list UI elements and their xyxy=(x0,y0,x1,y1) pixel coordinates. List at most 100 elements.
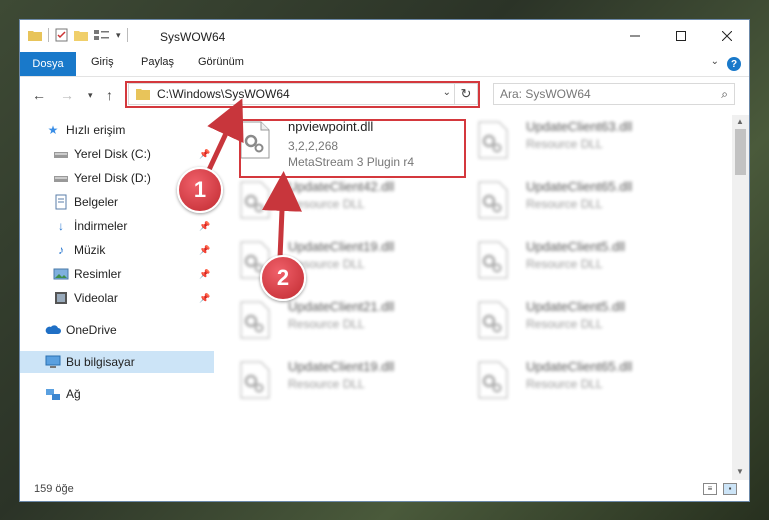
item-count: 159 öğe xyxy=(34,483,74,495)
list-item[interactable]: UpdateClient21.dll Resource DLL xyxy=(220,295,450,349)
close-button[interactable] xyxy=(704,20,749,52)
close-icon xyxy=(722,31,732,41)
drive-icon xyxy=(54,176,68,182)
sidebar-item-quick-access[interactable]: ★ Hızlı erişim xyxy=(20,119,214,141)
toolbar-dropdown-icon[interactable]: ▾ xyxy=(116,30,121,41)
quick-access-toolbar: ▾ xyxy=(28,28,128,42)
maximize-button[interactable] xyxy=(658,20,704,52)
up-button[interactable]: ↑ xyxy=(106,87,113,103)
file-type: Resource DLL xyxy=(288,377,365,391)
dll-file-icon xyxy=(478,301,508,339)
sidebar-item-label: Videolar xyxy=(74,291,118,305)
details-view-button[interactable]: ≡ xyxy=(703,483,717,495)
folder-icon xyxy=(28,31,42,41)
address-highlight-box xyxy=(125,81,480,108)
customize-toolbar-icon[interactable] xyxy=(94,29,110,41)
search-icon: ⌕ xyxy=(721,87,728,101)
list-item[interactable]: UpdateClient19.dll Resource DLL xyxy=(220,235,450,289)
scrollbar-thumb[interactable] xyxy=(735,129,746,175)
file-type: Resource DLL xyxy=(288,317,365,331)
callout-badge-2: 2 xyxy=(260,255,306,301)
sidebar-item-label: İndirmeler xyxy=(74,219,128,233)
list-item[interactable]: UpdateClient65.dll Resource DLL xyxy=(458,175,688,229)
pictures-icon xyxy=(53,268,69,280)
download-icon: ↓ xyxy=(58,219,64,233)
sidebar-item-label: Müzik xyxy=(74,243,106,257)
properties-icon[interactable] xyxy=(55,28,68,42)
maximize-icon xyxy=(676,31,686,41)
sidebar-item-pictures[interactable]: Resimler 📌 xyxy=(20,263,214,285)
back-button[interactable]: ← xyxy=(32,87,46,103)
vertical-scrollbar[interactable]: ▲ ▼ xyxy=(732,115,749,480)
window-title: SysWOW64 xyxy=(160,30,226,44)
sidebar-item-local-disk-c[interactable]: Yerel Disk (C:) 📌 xyxy=(20,143,214,165)
minimize-icon xyxy=(630,35,640,37)
new-folder-icon[interactable] xyxy=(74,29,88,41)
drive-icon xyxy=(54,152,68,158)
file-name: UpdateClient63.dll xyxy=(526,119,633,134)
sidebar-item-label: Yerel Disk (D:) xyxy=(74,171,151,185)
ribbon-expand-icon[interactable]: ⌄ xyxy=(711,56,719,67)
sidebar-item-music[interactable]: ♪ Müzik 📌 xyxy=(20,239,214,261)
file-type: Resource DLL xyxy=(288,197,365,211)
dll-file-icon xyxy=(478,121,508,159)
tab-file[interactable]: Dosya xyxy=(20,52,76,76)
sidebar-item-label: Ağ xyxy=(66,387,81,401)
dll-file-icon xyxy=(240,181,270,219)
list-item[interactable]: UpdateClient5.dll Resource DLL xyxy=(458,235,688,289)
sidebar-item-label: OneDrive xyxy=(66,323,117,337)
sidebar-item-label: Resimler xyxy=(74,267,122,281)
file-type: Resource DLL xyxy=(526,197,603,211)
sidebar-item-onedrive[interactable]: OneDrive xyxy=(20,319,214,341)
list-item[interactable]: UpdateClient65.dll Resource DLL xyxy=(458,355,688,409)
tab-view[interactable]: Görünüm xyxy=(198,56,244,68)
sidebar-item-network[interactable]: Ağ xyxy=(20,383,214,405)
sidebar-item-videos[interactable]: Videolar 📌 xyxy=(20,287,214,309)
music-icon: ♪ xyxy=(58,243,64,257)
list-item[interactable]: UpdateClient42.dll Resource DLL xyxy=(220,175,450,229)
pin-icon: 📌 xyxy=(199,148,211,159)
pin-icon: 📌 xyxy=(199,244,211,255)
tab-share[interactable]: Paylaş xyxy=(141,56,174,68)
list-item[interactable]: UpdateClient19.dll Resource DLL xyxy=(220,355,450,409)
navigation-pane: ★ Hızlı erişim Yerel Disk (C:) 📌 Yerel D… xyxy=(20,115,214,470)
sidebar-item-downloads[interactable]: ↓ İndirmeler 📌 xyxy=(20,215,214,237)
sidebar-item-label: Yerel Disk (C:) xyxy=(74,147,151,161)
dll-file-icon xyxy=(478,241,508,279)
search-input[interactable]: Ara: SysWOW64 ⌕ xyxy=(493,83,735,105)
file-type: Resource DLL xyxy=(526,377,603,391)
ribbon: Dosya Giriş Paylaş Görünüm ⌄ ? xyxy=(20,52,749,77)
video-icon xyxy=(55,292,67,304)
file-type: Resource DLL xyxy=(526,317,603,331)
toolbar-separator xyxy=(126,28,128,42)
callout-badge-1: 1 xyxy=(177,167,223,213)
recent-locations-button[interactable]: ▾ xyxy=(88,90,93,101)
file-name: UpdateClient42.dll xyxy=(288,179,395,194)
forward-button[interactable]: → xyxy=(60,87,74,103)
tab-home[interactable]: Giriş xyxy=(91,56,114,68)
file-type: Resource DLL xyxy=(526,137,603,151)
search-placeholder: Ara: SysWOW64 xyxy=(500,87,591,101)
documents-icon xyxy=(55,194,67,210)
computer-icon xyxy=(45,355,61,368)
dll-file-icon xyxy=(240,301,270,339)
status-bar: 159 öğe ≡ ▪ xyxy=(20,478,749,501)
star-icon: ★ xyxy=(47,123,59,137)
list-item[interactable]: UpdateClient5.dll Resource DLL xyxy=(458,295,688,349)
sidebar-item-label: Bu bilgisayar xyxy=(66,355,135,369)
scroll-down-icon[interactable]: ▼ xyxy=(736,467,744,476)
sidebar-item-label: Belgeler xyxy=(74,195,119,209)
cloud-icon xyxy=(45,325,61,334)
tiles-view-button[interactable]: ▪ xyxy=(723,483,737,495)
dll-file-icon xyxy=(478,361,508,399)
toolbar-separator xyxy=(48,28,49,42)
file-name: UpdateClient65.dll xyxy=(526,359,633,374)
scroll-up-icon[interactable]: ▲ xyxy=(736,117,744,126)
file-highlight-box xyxy=(239,119,466,178)
list-item[interactable]: UpdateClient63.dll Resource DLL xyxy=(458,115,688,169)
help-button[interactable]: ? xyxy=(727,57,741,71)
sidebar-item-this-pc[interactable]: Bu bilgisayar xyxy=(20,351,214,373)
pin-icon: 📌 xyxy=(199,268,211,279)
sidebar-item-label: Hızlı erişim xyxy=(66,123,126,137)
minimize-button[interactable] xyxy=(612,20,658,52)
